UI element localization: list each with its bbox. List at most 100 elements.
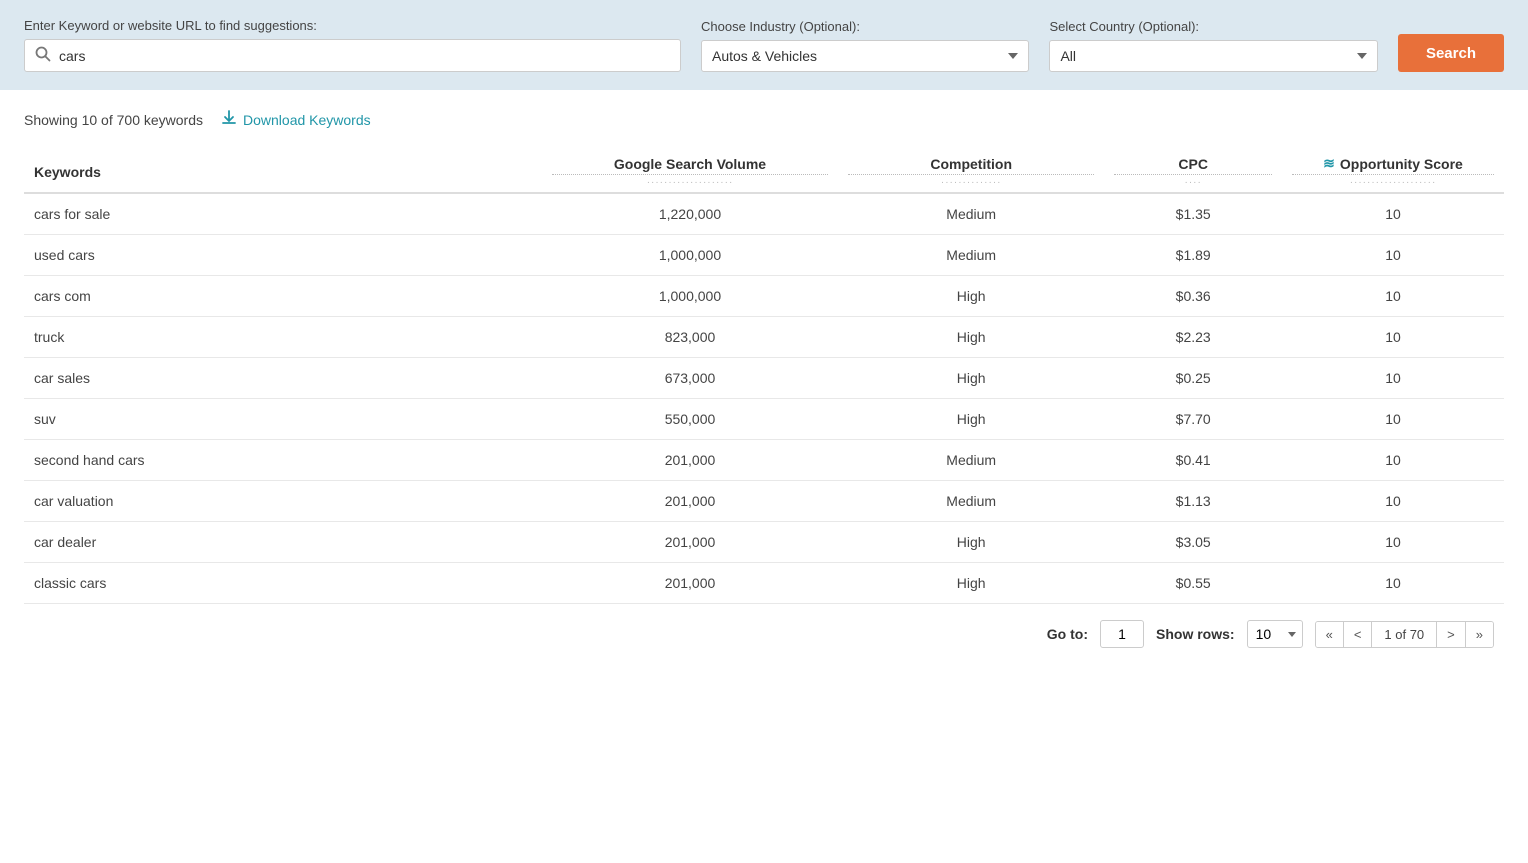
country-select[interactable]: All United States United Kingdom Canada … — [1049, 40, 1377, 72]
pagination-row: Go to: Show rows: 10 25 50 100 « < 1 of … — [24, 604, 1504, 654]
next-page-button[interactable]: > — [1437, 622, 1466, 647]
table-row: car sales 673,000 High $0.25 10 — [24, 358, 1504, 399]
industry-label: Choose Industry (Optional): — [701, 19, 1029, 34]
cell-keyword: used cars — [24, 235, 542, 276]
cell-volume: 823,000 — [542, 317, 838, 358]
industry-group: Choose Industry (Optional): Autos & Vehi… — [701, 19, 1029, 72]
search-button[interactable]: Search — [1398, 34, 1504, 72]
industry-select[interactable]: Autos & Vehicles All Industries Business… — [701, 40, 1029, 72]
search-icon — [35, 46, 51, 65]
cell-cpc: $2.23 — [1104, 317, 1282, 358]
cell-volume: 201,000 — [542, 481, 838, 522]
col-header-keyword: Keywords — [24, 147, 542, 193]
download-icon — [221, 110, 237, 129]
search-bar-area: Enter Keyword or website URL to find sug… — [0, 0, 1528, 90]
showing-text: Showing 10 of 700 keywords — [24, 112, 203, 128]
col-header-cpc: CPC ···· — [1104, 147, 1282, 193]
country-label: Select Country (Optional): — [1049, 19, 1377, 34]
col-header-volume: Google Search Volume ···················… — [542, 147, 838, 193]
cell-keyword: classic cars — [24, 563, 542, 604]
page-info: 1 of 70 — [1372, 622, 1437, 647]
cell-cpc: $0.55 — [1104, 563, 1282, 604]
cell-opportunity: 10 — [1282, 235, 1504, 276]
cell-opportunity: 10 — [1282, 276, 1504, 317]
wave-icon: ≋ — [1323, 155, 1335, 172]
keywords-table: Keywords Google Search Volume ··········… — [24, 147, 1504, 604]
cell-keyword: suv — [24, 399, 542, 440]
table-row: cars for sale 1,220,000 Medium $1.35 10 — [24, 193, 1504, 235]
table-row: car dealer 201,000 High $3.05 10 — [24, 522, 1504, 563]
cell-opportunity: 10 — [1282, 522, 1504, 563]
col-opp-subtext: ···················· — [1292, 174, 1494, 188]
goto-input[interactable] — [1100, 620, 1144, 648]
cell-volume: 673,000 — [542, 358, 838, 399]
results-header: Showing 10 of 700 keywords Download Keyw… — [24, 110, 1504, 129]
cell-competition: Medium — [838, 193, 1104, 235]
cell-keyword: cars com — [24, 276, 542, 317]
table-row: truck 823,000 High $2.23 10 — [24, 317, 1504, 358]
table-row: cars com 1,000,000 High $0.36 10 — [24, 276, 1504, 317]
cell-opportunity: 10 — [1282, 440, 1504, 481]
col-header-opportunity: ≋ Opportunity Score ···················· — [1282, 147, 1504, 193]
cell-opportunity: 10 — [1282, 358, 1504, 399]
cell-cpc: $1.89 — [1104, 235, 1282, 276]
goto-label: Go to: — [1047, 626, 1088, 642]
cell-cpc: $3.05 — [1104, 522, 1282, 563]
cell-keyword: car valuation — [24, 481, 542, 522]
cell-volume: 550,000 — [542, 399, 838, 440]
keyword-input[interactable] — [59, 48, 670, 64]
first-page-button[interactable]: « — [1316, 622, 1344, 647]
cell-keyword: truck — [24, 317, 542, 358]
cell-opportunity: 10 — [1282, 399, 1504, 440]
col-cpc-subtext: ···· — [1114, 174, 1272, 188]
cell-cpc: $1.13 — [1104, 481, 1282, 522]
cell-cpc: $0.36 — [1104, 276, 1282, 317]
keyword-search-group: Enter Keyword or website URL to find sug… — [24, 18, 681, 72]
cell-keyword: car dealer — [24, 522, 542, 563]
cell-competition: Medium — [838, 440, 1104, 481]
showrows-select[interactable]: 10 25 50 100 — [1247, 620, 1303, 648]
cell-keyword: cars for sale — [24, 193, 542, 235]
col-competition-subtext: ·············· — [848, 174, 1094, 188]
main-content: Showing 10 of 700 keywords Download Keyw… — [0, 90, 1528, 674]
cell-competition: High — [838, 563, 1104, 604]
col-header-competition: Competition ·············· — [838, 147, 1104, 193]
cell-volume: 201,000 — [542, 563, 838, 604]
cell-competition: High — [838, 522, 1104, 563]
cell-volume: 1,220,000 — [542, 193, 838, 235]
table-row: second hand cars 201,000 Medium $0.41 10 — [24, 440, 1504, 481]
cell-volume: 201,000 — [542, 440, 838, 481]
country-group: Select Country (Optional): All United St… — [1049, 19, 1377, 72]
prev-page-button[interactable]: < — [1344, 622, 1373, 647]
download-keywords-label: Download Keywords — [243, 112, 371, 128]
cell-opportunity: 10 — [1282, 317, 1504, 358]
last-page-button[interactable]: » — [1466, 622, 1493, 647]
keyword-input-wrapper[interactable] — [24, 39, 681, 72]
cell-cpc: $0.25 — [1104, 358, 1282, 399]
cell-cpc: $0.41 — [1104, 440, 1282, 481]
table-row: classic cars 201,000 High $0.55 10 — [24, 563, 1504, 604]
cell-cpc: $7.70 — [1104, 399, 1282, 440]
cell-cpc: $1.35 — [1104, 193, 1282, 235]
table-body: cars for sale 1,220,000 Medium $1.35 10 … — [24, 193, 1504, 604]
cell-competition: High — [838, 399, 1104, 440]
table-row: suv 550,000 High $7.70 10 — [24, 399, 1504, 440]
download-keywords-link[interactable]: Download Keywords — [221, 110, 371, 129]
cell-opportunity: 10 — [1282, 193, 1504, 235]
cell-opportunity: 10 — [1282, 481, 1504, 522]
cell-keyword: second hand cars — [24, 440, 542, 481]
cell-competition: High — [838, 276, 1104, 317]
cell-volume: 201,000 — [542, 522, 838, 563]
page-nav: « < 1 of 70 > » — [1315, 621, 1494, 648]
cell-opportunity: 10 — [1282, 563, 1504, 604]
cell-keyword: car sales — [24, 358, 542, 399]
cell-competition: Medium — [838, 235, 1104, 276]
cell-competition: High — [838, 358, 1104, 399]
cell-competition: High — [838, 317, 1104, 358]
cell-volume: 1,000,000 — [542, 276, 838, 317]
table-row: used cars 1,000,000 Medium $1.89 10 — [24, 235, 1504, 276]
cell-volume: 1,000,000 — [542, 235, 838, 276]
table-header-row: Keywords Google Search Volume ··········… — [24, 147, 1504, 193]
col-volume-subtext: ···················· — [552, 174, 828, 188]
cell-competition: Medium — [838, 481, 1104, 522]
